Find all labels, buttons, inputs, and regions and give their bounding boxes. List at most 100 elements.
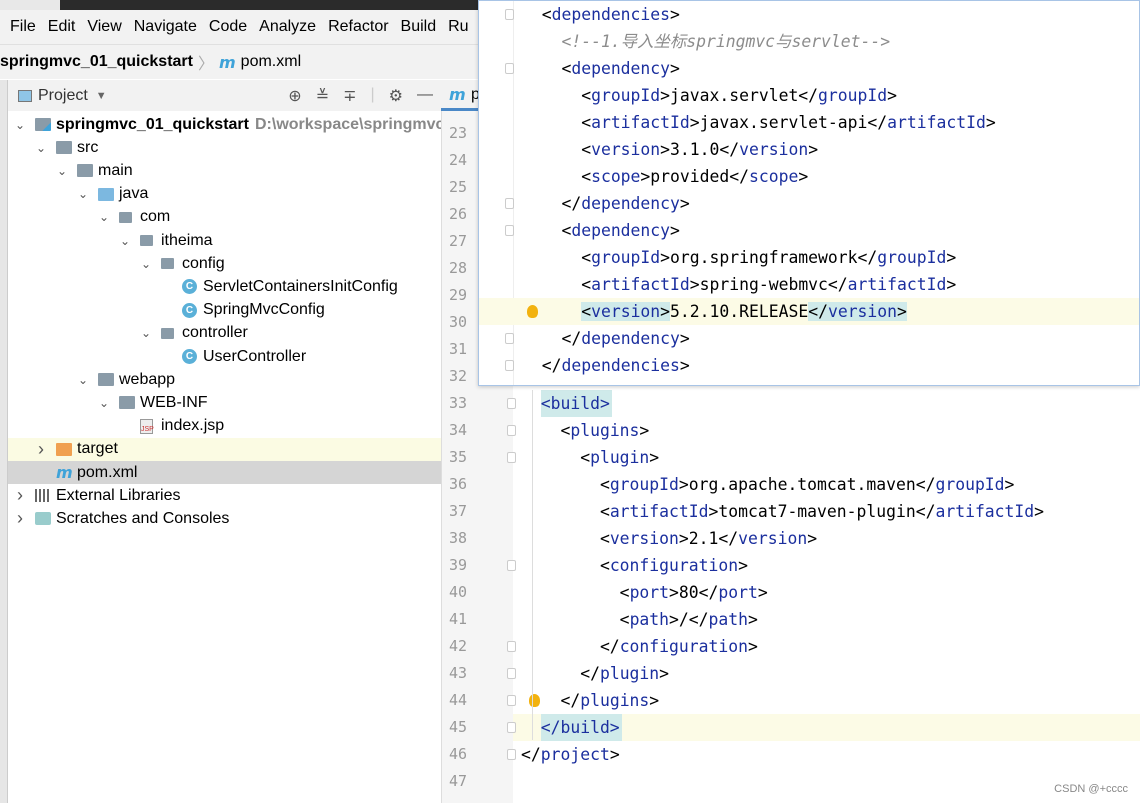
menu-code[interactable]: Code bbox=[209, 18, 247, 36]
chevron-down-icon[interactable]: ⌄ bbox=[76, 373, 90, 387]
line-number: 36 bbox=[448, 475, 467, 493]
locate-icon[interactable]: ⊕ bbox=[288, 86, 301, 106]
project-tree: ⌄ springmvc_01_quickstart D:\workspace\spr… bbox=[8, 112, 441, 803]
fold-marker-icon[interactable] bbox=[507, 668, 516, 679]
chevron-right-icon[interactable]: › bbox=[34, 439, 48, 460]
tree-item[interactable]: ⌄ com bbox=[8, 206, 441, 229]
chevron-down-icon[interactable]: ⌄ bbox=[76, 187, 90, 201]
tree-item[interactable]: ⌄ java bbox=[8, 183, 441, 206]
menu-analyze[interactable]: Analyze bbox=[259, 18, 316, 36]
lightbulb-icon[interactable] bbox=[527, 305, 538, 318]
menu-run[interactable]: Ru bbox=[448, 18, 468, 36]
code-line: <path>/</path> bbox=[521, 610, 758, 629]
tree-item[interactable]: C SpringMvcConfig bbox=[8, 299, 441, 322]
chevron-down-icon[interactable]: ▼ bbox=[96, 90, 107, 102]
code-line: <version>3.1.0</version> bbox=[522, 140, 819, 159]
code-line: </dependencies> bbox=[522, 356, 690, 375]
fold-marker-icon[interactable] bbox=[507, 452, 516, 463]
chevron-down-icon[interactable]: ⌄ bbox=[139, 326, 153, 340]
expand-all-icon[interactable]: ≚ bbox=[316, 86, 329, 106]
code-line: </build> bbox=[521, 718, 620, 737]
chevron-down-icon[interactable]: ⌄ bbox=[139, 257, 153, 271]
minimize-icon[interactable]: — bbox=[417, 86, 433, 106]
title-bar bbox=[0, 0, 480, 10]
code-line: <build> bbox=[521, 394, 610, 413]
menu-navigate[interactable]: Navigate bbox=[134, 18, 197, 36]
tree-item[interactable]: › Scratches and Consoles bbox=[8, 507, 441, 530]
tree-item[interactable]: C UserController bbox=[8, 345, 441, 368]
folder-icon bbox=[119, 396, 135, 410]
chevron-down-icon[interactable]: ⌄ bbox=[34, 141, 48, 155]
line-number: 39 bbox=[448, 556, 467, 574]
fold-marker-icon[interactable] bbox=[507, 695, 516, 706]
menu-edit[interactable]: Edit bbox=[48, 18, 76, 36]
code-popup: <dependencies> <!--1.导入坐标springmvc与servl… bbox=[478, 0, 1140, 386]
tree-item[interactable]: C ServletContainersInitConfig bbox=[8, 275, 441, 298]
menu-build[interactable]: Build bbox=[401, 18, 437, 36]
breadcrumb-project[interactable]: springmvc_01_quickstart bbox=[0, 53, 193, 71]
tree-item[interactable]: ⌄ controller bbox=[8, 322, 441, 345]
code-line: <groupId>javax.servlet</groupId> bbox=[522, 86, 897, 105]
fold-marker-icon[interactable] bbox=[507, 749, 516, 760]
tree-item[interactable]: ⌄ springmvc_01_quickstart D:\workspace\spr… bbox=[8, 113, 441, 136]
tree-item-label: External Libraries bbox=[56, 486, 181, 504]
fold-marker-icon[interactable] bbox=[505, 333, 514, 344]
line-number: 41 bbox=[448, 610, 467, 628]
fold-marker-icon[interactable] bbox=[505, 360, 514, 371]
tree-item[interactable]: ⌄ src bbox=[8, 136, 441, 159]
tree-item-label: springmvc_01_quickstart D:\workspace\spri… bbox=[56, 116, 441, 134]
tree-item-path: D:\workspace\springmvc\s bbox=[254, 115, 441, 133]
fold-marker-icon[interactable] bbox=[507, 641, 516, 652]
editor-tab-pom[interactable]: mp bbox=[441, 80, 481, 111]
tree-item[interactable]: JSP index.jsp bbox=[8, 415, 441, 438]
tree-item[interactable]: ⌄ config bbox=[8, 252, 441, 275]
tree-item[interactable]: › External Libraries bbox=[8, 484, 441, 507]
code-line: <!--1.导入坐标springmvc与servlet--> bbox=[522, 32, 891, 51]
tree-item[interactable]: ⌄ webapp bbox=[8, 368, 441, 391]
tree-item[interactable]: ⌄ WEB-INF bbox=[8, 391, 441, 414]
tree-item-label: Scratches and Consoles bbox=[56, 509, 230, 527]
chevron-down-icon[interactable]: ⌄ bbox=[97, 396, 111, 410]
code-line: </plugins> bbox=[521, 691, 660, 710]
tree-item[interactable]: › target bbox=[8, 437, 441, 461]
code-line: <dependency> bbox=[522, 59, 680, 78]
maven-icon: m bbox=[56, 463, 73, 482]
tree-item[interactable]: ⌄ itheima bbox=[8, 229, 441, 252]
breadcrumb-file[interactable]: pom.xml bbox=[241, 53, 301, 71]
project-view-selector[interactable]: Project bbox=[38, 87, 88, 105]
code-line: </plugin> bbox=[521, 664, 670, 683]
fold-marker-icon[interactable] bbox=[505, 63, 514, 74]
menu-view[interactable]: View bbox=[87, 18, 121, 36]
line-number: 45 bbox=[448, 718, 467, 736]
fold-marker-icon[interactable] bbox=[505, 9, 514, 20]
lightbulb-icon[interactable] bbox=[529, 694, 540, 707]
chevron-down-icon[interactable]: ⌄ bbox=[118, 234, 132, 248]
menu-refactor[interactable]: Refactor bbox=[328, 18, 388, 36]
tree-item[interactable]: m pom.xml bbox=[8, 461, 441, 484]
tree-item-label: config bbox=[182, 254, 225, 272]
tree-item-label: com bbox=[140, 208, 171, 226]
tree-item-label: webapp bbox=[119, 370, 176, 388]
code-line: <configuration> bbox=[521, 556, 748, 575]
chevron-down-icon[interactable]: ⌄ bbox=[97, 210, 111, 224]
fold-marker-icon[interactable] bbox=[505, 225, 514, 236]
collapse-all-icon[interactable]: ∓ bbox=[343, 86, 356, 106]
line-number: 33 bbox=[448, 394, 467, 412]
class-icon: C bbox=[182, 349, 197, 364]
chevron-down-icon[interactable]: ⌄ bbox=[13, 118, 27, 132]
gear-icon[interactable]: ⚙ bbox=[389, 86, 403, 106]
fold-marker-icon[interactable] bbox=[505, 198, 514, 209]
line-number: 44 bbox=[448, 691, 467, 709]
menu-file[interactable]: File bbox=[10, 18, 36, 36]
tree-item[interactable]: ⌄ main bbox=[8, 159, 441, 182]
fold-marker-icon[interactable] bbox=[507, 398, 516, 409]
line-number: 38 bbox=[448, 529, 467, 547]
chevron-down-icon[interactable]: ⌄ bbox=[55, 164, 69, 178]
fold-marker-icon[interactable] bbox=[507, 425, 516, 436]
chevron-right-icon[interactable]: › bbox=[13, 508, 27, 529]
line-number: 47 bbox=[448, 772, 467, 790]
fold-marker-icon[interactable] bbox=[507, 560, 516, 571]
fold-marker-icon[interactable] bbox=[507, 722, 516, 733]
chevron-right-icon[interactable]: › bbox=[13, 485, 27, 506]
class-icon: C bbox=[182, 279, 197, 295]
